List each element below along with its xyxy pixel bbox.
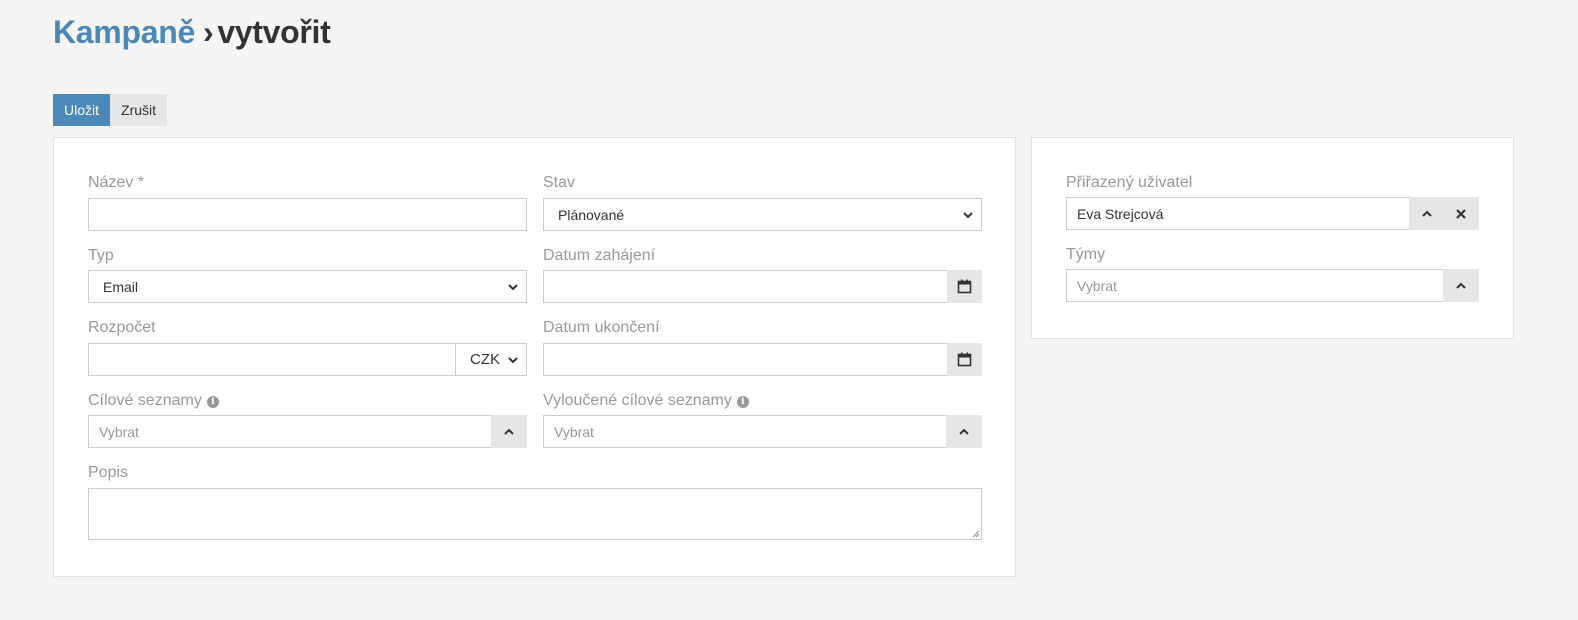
status-select[interactable]: Plánované: [543, 198, 982, 231]
type-select[interactable]: Email: [88, 270, 527, 303]
chevron-down-icon: [963, 212, 973, 219]
chevron-up-icon: [1421, 210, 1432, 217]
teams-input[interactable]: Vybrat: [1066, 269, 1444, 302]
info-icon[interactable]: i: [736, 396, 749, 408]
name-input[interactable]: [88, 198, 527, 231]
main-form-panel: Název * Stav Plánované Typ Email Datum z…: [53, 137, 1016, 577]
date-end-calendar-button[interactable]: [947, 343, 982, 376]
calendar-icon: [957, 279, 972, 294]
budget-input[interactable]: [88, 343, 456, 376]
teams-expand-button[interactable]: [1443, 269, 1479, 302]
close-icon: [1456, 208, 1466, 219]
chevron-up-icon: [504, 428, 514, 435]
target-lists-label: Cílové seznamy i: [88, 392, 219, 410]
date-end-label: Datum ukončení: [543, 319, 660, 336]
assigned-user-label: Přiřazený uživatel: [1066, 174, 1193, 191]
excluded-target-lists-expand-button[interactable]: [946, 415, 982, 448]
resize-handle-icon[interactable]: [972, 530, 980, 538]
teams-label: Týmy: [1066, 246, 1106, 263]
chevron-up-icon: [959, 428, 969, 435]
page-header: Kampaně › vytvořit: [53, 14, 331, 51]
excluded-target-lists-label-text: Vyloučené cílové seznamy: [543, 392, 732, 409]
teams-placeholder: Vybrat: [1077, 277, 1117, 294]
status-select-value: Plánované: [558, 206, 625, 223]
info-icon[interactable]: i: [206, 396, 219, 408]
action-toolbar: Uložit Zrušit: [53, 94, 168, 126]
page-title: vytvořit: [217, 14, 331, 50]
target-lists-input[interactable]: Vybrat: [88, 415, 492, 448]
save-button[interactable]: Uložit: [53, 94, 111, 126]
excluded-target-lists-input[interactable]: Vybrat: [543, 415, 947, 448]
date-start-input[interactable]: [543, 270, 948, 303]
date-start-label: Datum zahájení: [543, 247, 656, 264]
assigned-user-value: Eva Strejcová: [1077, 205, 1164, 222]
date-start-calendar-button[interactable]: [947, 270, 982, 303]
chevron-down-icon: [508, 357, 518, 364]
chevron-down-icon: [508, 284, 518, 291]
assigned-user-select-button[interactable]: [1409, 197, 1444, 230]
target-lists-expand-button[interactable]: [491, 415, 527, 448]
breadcrumb-parent-link[interactable]: Kampaně: [53, 14, 195, 50]
target-lists-placeholder: Vybrat: [99, 423, 139, 440]
assigned-user-clear-button[interactable]: [1443, 197, 1479, 230]
chevron-up-icon: [1456, 282, 1466, 289]
name-label: Název *: [88, 174, 145, 191]
date-end-input[interactable]: [543, 343, 948, 376]
cancel-button[interactable]: Zrušit: [110, 94, 168, 126]
breadcrumb-separator: ›: [202, 14, 214, 50]
description-textarea[interactable]: [88, 488, 982, 540]
currency-select[interactable]: CZK: [455, 343, 527, 376]
calendar-icon: [957, 352, 972, 367]
assigned-user-input[interactable]: Eva Strejcová: [1066, 197, 1410, 230]
type-label: Typ: [88, 247, 114, 264]
type-select-value: Email: [103, 278, 139, 295]
side-panel: Přiřazený uživatel Eva Strejcová Týmy Vy…: [1031, 137, 1514, 339]
status-label: Stav: [543, 174, 576, 191]
target-lists-label-text: Cílové seznamy: [88, 392, 202, 409]
description-label: Popis: [88, 464, 129, 481]
budget-label: Rozpočet: [88, 319, 156, 336]
currency-select-value: CZK: [470, 351, 500, 368]
excluded-target-lists-placeholder: Vybrat: [554, 423, 594, 440]
excluded-target-lists-label: Vyloučené cílové seznamy i: [543, 392, 749, 410]
